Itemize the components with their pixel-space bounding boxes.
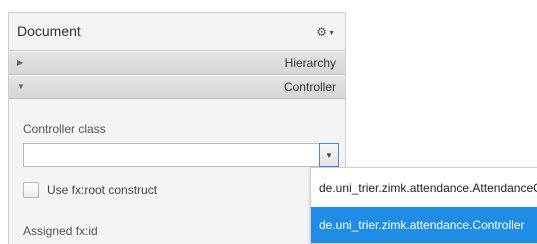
- expand-arrow-icon: ▶: [17, 58, 24, 67]
- chevron-down-icon: ▼: [328, 29, 335, 37]
- chevron-down-icon: ▼: [325, 150, 333, 160]
- section-controller[interactable]: ▼ Controller: [9, 76, 345, 99]
- section-hierarchy[interactable]: ▶ Hierarchy: [9, 52, 345, 75]
- collapse-arrow-icon: ▼: [17, 82, 25, 91]
- combobox-dropdown-button[interactable]: ▼: [319, 143, 339, 167]
- panel-header: Document ⚙ ▼: [9, 13, 345, 51]
- dropdown-option[interactable]: de.uni_trier.zimk.attendance.AttendanceC…: [311, 170, 537, 206]
- assigned-fxid-label: Assigned fx:id: [23, 224, 98, 238]
- controller-class-input[interactable]: [24, 144, 318, 166]
- section-hierarchy-label: Hierarchy: [284, 56, 336, 70]
- controller-class-label: Controller class: [23, 122, 106, 136]
- dropdown-option-selected[interactable]: de.uni_trier.zimk.attendance.Controller: [311, 207, 537, 243]
- controller-class-combobox[interactable]: ▼: [23, 143, 339, 167]
- gear-icon[interactable]: ⚙ ▼: [316, 25, 335, 39]
- fx-root-checkbox[interactable]: [23, 182, 39, 198]
- fx-root-option[interactable]: Use fx:root construct: [23, 182, 157, 198]
- controller-class-dropdown-list: de.uni_trier.zimk.attendance.AttendanceC…: [310, 167, 537, 244]
- fx-root-label: Use fx:root construct: [47, 183, 158, 197]
- panel-title: Document: [17, 23, 81, 39]
- section-controller-label: Controller: [283, 80, 336, 94]
- document-panel: Document ⚙ ▼ ▶ Hierarchy ▼ Controller Con…: [8, 12, 346, 244]
